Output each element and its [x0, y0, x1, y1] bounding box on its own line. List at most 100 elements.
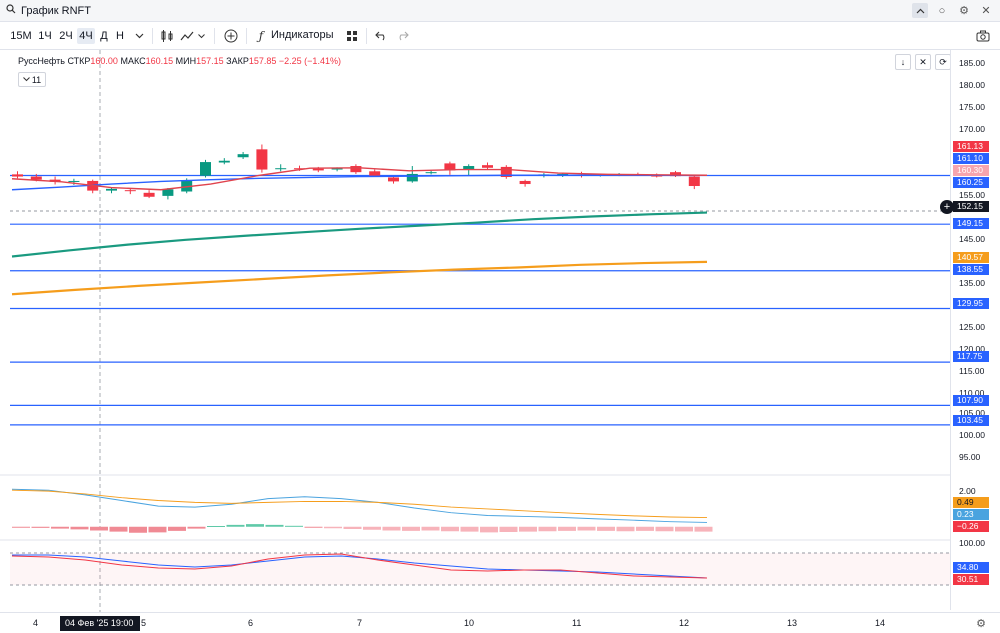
macd-badge: 0.23: [953, 509, 989, 520]
indicators-button[interactable]: Индикаторы: [271, 29, 334, 41]
chart-toolbar: 15М 1Ч 2Ч 4Ч Д Н ƒ Индикаторы: [0, 22, 1000, 50]
symbol-name: РуссНефть: [18, 56, 65, 66]
window-title: График RNFT: [6, 4, 91, 17]
redo-icon[interactable]: [393, 27, 411, 45]
candle-body: [200, 162, 211, 176]
collapse-button[interactable]: [912, 3, 928, 18]
price-badge: 152.15: [953, 201, 989, 212]
macd-histogram-bar: [148, 526, 167, 533]
gear-icon: ⚙: [959, 5, 969, 17]
chevron-down-icon[interactable]: [130, 27, 148, 45]
macd-histogram-bar: [558, 526, 576, 531]
candle-body: [406, 173, 418, 182]
candle-body: [350, 166, 362, 173]
time-tick: 12: [679, 618, 690, 628]
signal-line: [11, 489, 708, 519]
rsi-band: [10, 553, 950, 585]
chevron-up-icon: [916, 8, 924, 13]
lock-button[interactable]: ○: [934, 3, 950, 18]
macd-histogram-bar: [519, 526, 537, 532]
toolbar-divider: [366, 28, 367, 44]
price-badge: 161.13: [953, 141, 989, 152]
toolbar-divider: [152, 28, 153, 44]
undo-icon[interactable]: [372, 27, 390, 45]
layout-grid-icon[interactable]: [343, 27, 361, 45]
price-tick: 155.00: [959, 190, 985, 200]
price-tick: 145.00: [959, 234, 985, 244]
settings-icon[interactable]: ⚙: [976, 617, 986, 630]
macd-histogram-bar: [129, 526, 147, 533]
arrow-down-icon[interactable]: ↓: [895, 54, 911, 70]
time-tick: 4: [33, 618, 39, 628]
candle-body: [143, 192, 155, 197]
macd-histogram-bar: [441, 526, 459, 532]
chevron-down-icon[interactable]: [196, 27, 206, 45]
macd-badge: 0.49: [953, 497, 989, 508]
timeframe-2h[interactable]: 2Ч: [57, 28, 75, 44]
price-tick: 175.00: [959, 102, 985, 112]
price-tick: 170.00: [959, 124, 985, 134]
price-badge: 161.10: [953, 153, 989, 164]
macd-histogram-bar: [480, 526, 498, 533]
add-alert-icon[interactable]: +: [940, 200, 954, 214]
macd-histogram-bar: [168, 526, 186, 531]
price-tick: 180.00: [959, 80, 985, 90]
macd-histogram-bar: [304, 526, 323, 528]
macd-histogram-bar: [538, 526, 557, 532]
price-tick: 100.00: [959, 430, 985, 440]
refresh-icon[interactable]: ⟳: [935, 54, 951, 70]
timeframe-1h[interactable]: 1Ч: [36, 28, 54, 44]
candle-body: [256, 149, 268, 170]
macd-histogram-bar: [343, 526, 362, 529]
macd-histogram-bar: [421, 526, 440, 531]
moving-average-line: [11, 211, 708, 258]
high-label: МАКС: [120, 56, 146, 66]
time-axis[interactable]: 4 5 6 7 10 11 12 13 14 04 Фев '25 19:00 …: [0, 612, 1000, 633]
chart-legend: РуссНефть СТКР160.00 МАКС160.15 МИН157.1…: [18, 56, 341, 66]
macd-histogram-bar: [109, 526, 128, 532]
indicators-toggle[interactable]: 11: [18, 72, 46, 87]
time-tick: 14: [875, 618, 886, 628]
time-tick: 11: [572, 618, 582, 628]
high-value: 160.15: [145, 56, 174, 66]
candles-icon[interactable]: [158, 27, 176, 45]
toolbar-divider: [246, 28, 247, 44]
price-axis[interactable]: 185.00 180.00 175.00 170.00 155.00 145.0…: [950, 50, 1000, 610]
change-value: −2.25 (−1.41%): [278, 56, 341, 66]
search-icon: [6, 4, 16, 17]
candle-body: [275, 168, 287, 170]
timeframe-4h[interactable]: 4Ч: [77, 28, 95, 44]
toolbar-divider: [214, 28, 215, 44]
candle-body: [162, 189, 174, 196]
macd-histogram-bar: [285, 525, 303, 527]
candle-body: [12, 174, 23, 177]
chart-actions: ↓ ✕ ⟳: [895, 54, 951, 70]
macd-histogram-bar: [577, 526, 596, 531]
price-badge: 160.25: [953, 177, 989, 188]
collapse-icon[interactable]: ✕: [915, 54, 931, 70]
timeframe-week[interactable]: Н: [114, 28, 126, 44]
settings-button[interactable]: ⚙: [956, 3, 972, 18]
price-tick: 2.00: [959, 486, 976, 496]
window-title-text: График RNFT: [21, 4, 91, 17]
price-badge: 149.15: [953, 218, 989, 229]
timeframe-15m[interactable]: 15М: [10, 28, 32, 44]
price-chart[interactable]: [0, 50, 950, 612]
close-value: 157.85: [248, 56, 277, 66]
close-label: ЗАКР: [226, 56, 249, 66]
camera-icon[interactable]: [974, 27, 992, 45]
candle-body: [312, 168, 324, 171]
macd-histogram-bar: [499, 526, 518, 532]
add-symbol-icon[interactable]: [222, 27, 240, 45]
macd-histogram-bar: [402, 526, 420, 531]
time-tick: 5: [141, 618, 147, 628]
candle-body: [68, 180, 80, 182]
line-chart-icon[interactable]: [178, 27, 196, 45]
timeframe-day[interactable]: Д: [98, 28, 110, 44]
function-icon[interactable]: ƒ: [252, 27, 270, 45]
price-tick: 125.00: [959, 322, 985, 332]
candle-body: [425, 172, 437, 174]
crosshair-time-label: 04 Фев '25 19:00: [60, 616, 140, 631]
macd-badge: −0.26: [953, 521, 989, 532]
close-button[interactable]: ✕: [978, 3, 994, 18]
